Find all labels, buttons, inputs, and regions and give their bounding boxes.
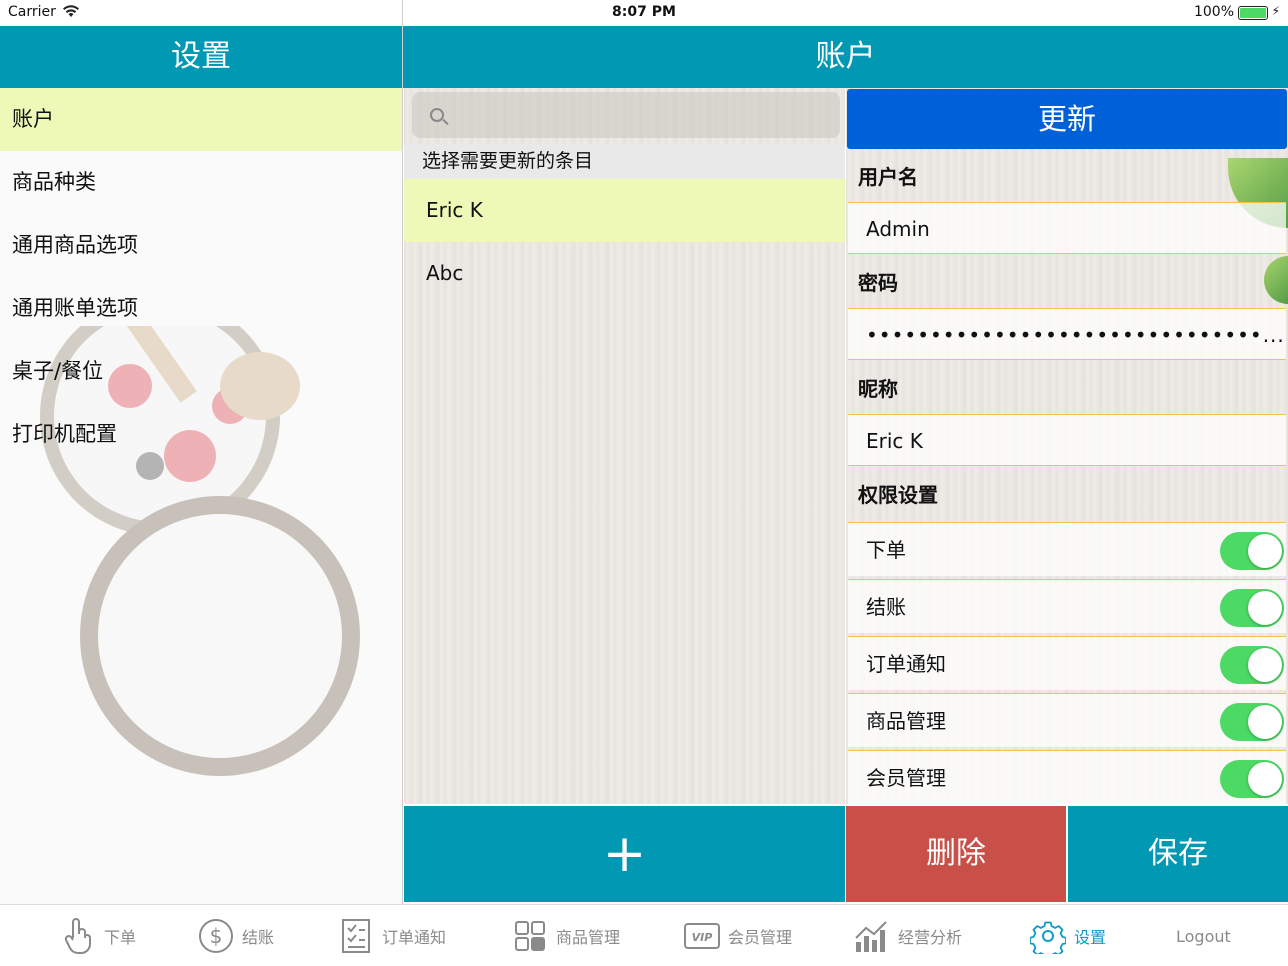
- battery-icon: [1238, 6, 1268, 20]
- chart-icon: [854, 918, 890, 954]
- tab-bar: 下单 $ 结账 订单通知 商品管理 VIP 会员管理 经营分析 设置 Logou…: [0, 904, 1288, 966]
- sidebar-title: 设置: [0, 26, 402, 88]
- battery-percent: 100%: [1193, 4, 1234, 20]
- sidebar-item-product-categories[interactable]: 商品种类: [0, 151, 402, 214]
- svg-text:$: $: [210, 924, 223, 948]
- tab-label: 订单通知: [382, 928, 447, 947]
- tab-product-management[interactable]: 商品管理: [512, 905, 620, 966]
- hand-pointer-icon: [60, 918, 96, 954]
- nickname-field[interactable]: Eric K: [848, 414, 1286, 466]
- tab-logout[interactable]: Logout: [1176, 905, 1231, 966]
- permission-toggle-member-management[interactable]: [1220, 760, 1284, 798]
- permission-row-order-notice: 订单通知: [848, 636, 1286, 690]
- tab-label: 设置: [1074, 928, 1107, 947]
- list-item-eric-k[interactable]: Eric K: [404, 179, 845, 242]
- svg-text:VIP: VIP: [692, 931, 713, 944]
- permission-label: 商品管理: [866, 709, 946, 733]
- tab-label: Logout: [1176, 926, 1231, 946]
- search-icon: [430, 108, 444, 122]
- tab-analytics[interactable]: 经营分析: [854, 905, 962, 966]
- permissions-label: 权限设置: [858, 483, 938, 507]
- delete-button[interactable]: 删除: [846, 806, 1066, 902]
- password-field[interactable]: •••••••••••••••••••••••••••••••...: [848, 308, 1286, 360]
- sidebar-item-account[interactable]: 账户: [0, 88, 402, 151]
- search-input[interactable]: [412, 92, 840, 138]
- clock: 8:07 PM: [612, 4, 676, 20]
- grid-icon: [512, 918, 548, 954]
- charging-icon: ⚡: [1271, 4, 1280, 18]
- permission-toggle-order-notice[interactable]: [1220, 646, 1284, 684]
- dollar-circle-icon: $: [198, 918, 234, 954]
- sidebar-item-bill-options[interactable]: 通用账单选项: [0, 277, 402, 340]
- tab-label: 商品管理: [556, 928, 621, 947]
- sidebar-menu: 账户 商品种类 通用商品选项 通用账单选项 桌子/餐位 打印机配置: [0, 88, 402, 466]
- status-bar: Carrier 8:07 PM 100% ⚡: [0, 0, 1288, 26]
- account-list-panel: 选择需要更新的条目 Eric K Abc: [404, 88, 845, 804]
- add-account-button[interactable]: +: [404, 806, 845, 902]
- tab-label: 结账: [242, 928, 275, 947]
- tab-label: 经营分析: [898, 928, 963, 947]
- permission-row-order: 下单: [848, 522, 1286, 576]
- settings-sidebar: 设置 账户 商品种类 通用商品选项 通用账单选项 桌子/餐位 打印机配置: [0, 26, 402, 904]
- permission-toggle-checkout[interactable]: [1220, 589, 1284, 627]
- tab-checkout[interactable]: $ 结账: [198, 905, 274, 966]
- account-detail-panel: 更新 用户名 Admin 密码 ••••••••••••••••••••••••…: [846, 88, 1288, 804]
- username-field[interactable]: Admin: [848, 202, 1286, 254]
- tab-order-notice[interactable]: 订单通知: [338, 905, 446, 966]
- checklist-icon: [338, 918, 374, 954]
- nickname-label: 昵称: [858, 377, 898, 401]
- gear-icon: [1030, 918, 1066, 954]
- save-button[interactable]: 保存: [1068, 806, 1288, 902]
- permission-row-checkout: 结账: [848, 579, 1286, 633]
- tab-label: 下单: [104, 928, 137, 947]
- password-label: 密码: [858, 271, 898, 295]
- list-section-header: 选择需要更新的条目: [404, 144, 845, 179]
- permission-label: 订单通知: [866, 652, 946, 676]
- sidebar-item-printer-config[interactable]: 打印机配置: [0, 403, 402, 466]
- sidebar-item-tables[interactable]: 桌子/餐位: [0, 340, 402, 403]
- tab-member-management[interactable]: VIP 会员管理: [684, 905, 792, 966]
- permission-label: 下单: [866, 538, 906, 562]
- permission-row-member-management: 会员管理: [848, 750, 1286, 804]
- tab-order[interactable]: 下单: [60, 905, 136, 966]
- permission-row-product-management: 商品管理: [848, 693, 1286, 747]
- permission-toggle-order[interactable]: [1220, 532, 1284, 570]
- username-label: 用户名: [858, 165, 918, 189]
- permission-label: 会员管理: [866, 766, 946, 790]
- permission-label: 结账: [866, 595, 906, 619]
- page-title: 账户: [403, 26, 1288, 88]
- tab-settings[interactable]: 设置: [1030, 905, 1106, 966]
- vip-card-icon: VIP: [684, 918, 720, 954]
- tab-label: 会员管理: [728, 928, 793, 947]
- update-button[interactable]: 更新: [847, 89, 1287, 149]
- list-item-abc[interactable]: Abc: [404, 242, 845, 305]
- panel-divider: [402, 0, 403, 904]
- sidebar-item-product-options[interactable]: 通用商品选项: [0, 214, 402, 277]
- permission-toggle-product-management[interactable]: [1220, 703, 1284, 741]
